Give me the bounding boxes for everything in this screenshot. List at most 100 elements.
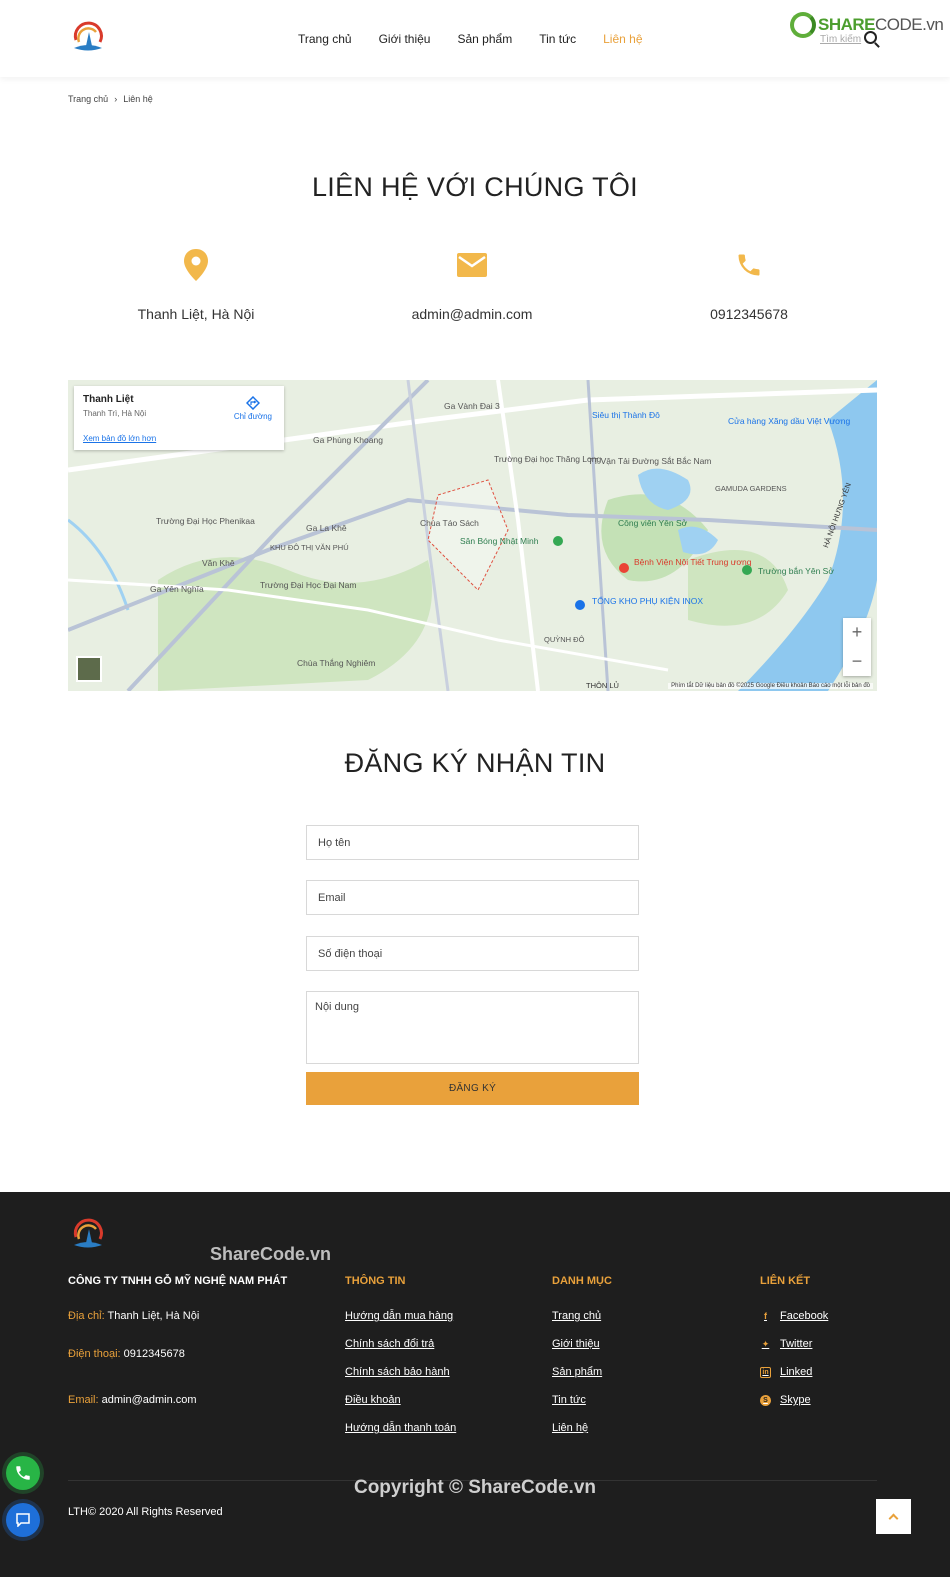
footer-social-facebook[interactable]: f Facebook — [760, 1310, 828, 1322]
map-label: QUỲNH ĐÔ — [544, 635, 585, 644]
zoom-out-button[interactable]: − — [843, 647, 871, 676]
nav-item-products[interactable]: Sản phẩm — [457, 32, 512, 46]
footer-logo-icon[interactable] — [68, 1217, 108, 1253]
footer-info-link[interactable]: Chính sách đổi trả — [345, 1338, 434, 1350]
map-label: GAMUDA GARDENS — [715, 484, 787, 493]
facebook-icon: f — [764, 1311, 767, 1321]
zoom-in-button[interactable]: + — [843, 618, 871, 647]
map-label: Chùa Thắng Nghiêm — [297, 658, 375, 668]
sharecode-logo-icon — [790, 12, 816, 38]
footer-social-twitter[interactable]: ✦ Twitter — [760, 1338, 813, 1350]
footer-category-link[interactable]: Sản phẩm — [552, 1366, 602, 1378]
contact-email-value[interactable]: admin@admin.com — [362, 306, 582, 322]
map-directions-button[interactable]: Chỉ đường — [234, 395, 272, 421]
map-label: Cửa hàng Xăng dầu Việt Vương — [728, 416, 850, 426]
footer-info-link[interactable]: Chính sách bảo hành — [345, 1366, 450, 1378]
footer-social-label: Facebook — [780, 1310, 829, 1322]
footer-address-key: Địa chỉ: — [68, 1310, 105, 1322]
footer-address-value: Thanh Liệt, Hà Nội — [107, 1310, 200, 1322]
contact-title: LIÊN HỆ VỚI CHÚNG TÔI — [311, 172, 638, 202]
contact-address: Thanh Liệt, Hà Nội — [86, 246, 306, 322]
map-label: KHU ĐÔ THỊ VĂN PHÚ — [270, 543, 349, 552]
content-textarea[interactable] — [307, 992, 638, 1063]
footer-phone-value[interactable]: 0912345678 — [124, 1348, 185, 1360]
map-place-subtitle: Thanh Trì, Hà Nội — [83, 409, 147, 418]
footer-company-name: CÔNG TY TNHH GỖ MỸ NGHỆ NAM PHÁT — [68, 1275, 288, 1287]
map-label: Trường bắn Yên Sở — [758, 566, 834, 576]
main-nav: Trang chủ Giới thiệu Sản phẩm Tin tức Li… — [298, 32, 670, 46]
site-header: Trang chủ Giới thiệu Sản phẩm Tin tức Li… — [0, 0, 950, 77]
footer-category-title: DANH MỤC — [552, 1275, 612, 1287]
footer-social-label: Twitter — [780, 1338, 813, 1350]
copyright-watermark: Copyright © ShareCode.vn — [353, 1477, 597, 1498]
footer-category-link[interactable]: Trang chủ — [552, 1310, 601, 1322]
chat-bubble-icon — [16, 1513, 30, 1527]
breadcrumb-current: Liên hệ — [123, 94, 153, 104]
map-label: Trường Đại học Thăng Long — [494, 454, 601, 464]
directions-icon — [245, 395, 260, 411]
phone-field-wrap — [306, 936, 639, 971]
chevron-up-icon — [888, 1513, 899, 1524]
footer-email: Email: admin@admin.com — [68, 1394, 197, 1406]
footer-email-key: Email: — [68, 1394, 99, 1406]
floating-call-button[interactable] — [6, 1456, 40, 1490]
map-label: Ga Vành Đai 3 — [444, 401, 500, 411]
map-label: Chùa Táo Sách — [420, 518, 479, 528]
footer-email-value[interactable]: admin@admin.com — [102, 1394, 197, 1406]
footer-info-link[interactable]: Hướng dẫn thanh toán — [345, 1422, 456, 1434]
nav-item-home[interactable]: Trang chủ — [298, 32, 352, 46]
map-attribution: Phím tắt Dữ liệu bản đồ ©2025 Google Điề… — [668, 683, 873, 689]
map-larger-link[interactable]: Xem bản đồ lớn hơn — [83, 434, 156, 443]
map-label: Ga La Khê — [306, 523, 347, 533]
map-label: Công viên Yên Sở — [618, 518, 688, 528]
map-label: TỔNG KHO PHỤ KIỆN INOX — [592, 595, 703, 606]
twitter-icon: ✦ — [761, 1338, 770, 1349]
footer-category-link[interactable]: Tin tức — [552, 1394, 586, 1406]
breadcrumb-home[interactable]: Trang chủ — [68, 94, 108, 104]
map-label: THÔN LỦ — [586, 681, 619, 690]
map-label: Sân Bóng Nhật Minh — [460, 536, 539, 546]
map-label: TT Vận Tải Đường Sắt Bắc Nam — [588, 456, 711, 466]
floating-chat-button[interactable] — [6, 1503, 40, 1537]
search-label[interactable]: Tìm kiếm — [820, 34, 861, 45]
nav-item-news[interactable]: Tin tức — [539, 32, 576, 46]
footer-rights: LTH© 2020 All Rights Reserved — [68, 1506, 223, 1518]
phone-input[interactable] — [307, 937, 638, 970]
footer-social-label: Skype — [780, 1394, 811, 1406]
footer-social-skype[interactable]: S Skype — [760, 1394, 811, 1406]
footer-info-link[interactable]: Hướng dẫn mua hàng — [345, 1310, 453, 1322]
google-map[interactable]: Chùa Táo Sách Sân Bóng Nhật Minh Ga Vành… — [68, 380, 877, 691]
name-input[interactable] — [307, 826, 638, 859]
email-input[interactable] — [307, 881, 638, 914]
footer-info-link[interactable]: Điều khoản — [345, 1394, 401, 1406]
footer-social-linkedin[interactable]: in Linked — [760, 1366, 812, 1378]
footer-phone: Điện thoại: 0912345678 — [68, 1348, 185, 1360]
watermark-text: ShareCode.vn — [210, 1244, 332, 1264]
map-label: Văn Khê — [202, 558, 235, 568]
breadcrumb: Trang chủ › Liên hệ — [68, 94, 153, 104]
nav-item-contact[interactable]: Liên hệ — [603, 32, 642, 46]
map-marker-icon[interactable] — [619, 563, 629, 573]
map-marker-icon[interactable] — [742, 565, 752, 575]
contact-phone-value[interactable]: 0912345678 — [639, 306, 859, 322]
contact-phone: 0912345678 — [639, 246, 859, 322]
subscribe-button[interactable]: ĐĂNG KÝ — [306, 1072, 639, 1105]
footer-social-label: Linked — [780, 1366, 813, 1378]
map-marker-icon[interactable] — [575, 600, 585, 610]
search-icon[interactable] — [864, 31, 877, 44]
email-field-wrap — [306, 880, 639, 915]
map-label: Ga Yên Nghĩa — [150, 584, 204, 594]
skype-icon: S — [760, 1394, 771, 1406]
footer-category-link[interactable]: Liên hệ — [552, 1422, 588, 1434]
back-to-top-button[interactable] — [876, 1499, 911, 1534]
company-logo-icon[interactable] — [68, 20, 108, 56]
nav-item-about[interactable]: Giới thiệu — [379, 32, 431, 46]
footer-category-link[interactable]: Giới thiệu — [552, 1338, 600, 1350]
phone-icon — [738, 254, 760, 276]
content-field-wrap — [306, 991, 639, 1064]
contact-email: admin@admin.com — [362, 246, 582, 322]
map-satellite-toggle[interactable] — [76, 656, 102, 682]
map-label: Bệnh Viện Nội Tiết Trung ương — [634, 557, 752, 567]
map-marker-icon[interactable] — [553, 536, 563, 546]
map-place-name: Thanh Liệt — [83, 394, 134, 405]
